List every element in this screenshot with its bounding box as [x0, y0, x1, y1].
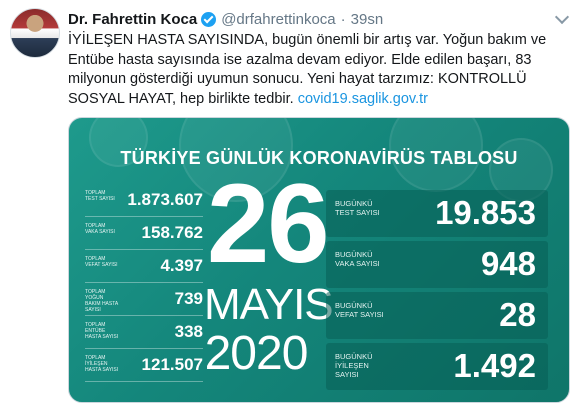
tweet-text-segment: SOSYAL HAYAT, hep birlikte tedbir.	[68, 90, 298, 107]
total-stat-value: 4.397	[160, 256, 203, 275]
today-stat-label: BUGÜNKÜ İYİLEŞEN SAYISI	[335, 352, 373, 379]
tweet-text-line: milyonun gösterdiği uyumun sonucu. Yeni …	[68, 71, 527, 87]
total-stat-label: TOPLAM ENTÜBE HASTA SAYISI	[85, 322, 119, 340]
tweet-text-line: İYİLEŞEN HASTA SAYISINDA, bugün önemli b…	[68, 32, 547, 48]
date-year: 2020	[204, 327, 309, 380]
separator-dot: ·	[340, 10, 346, 28]
total-stat-value: 121.507	[141, 355, 203, 374]
total-stat-label: TOPLAM VAKA SAYISI	[85, 223, 115, 235]
tweet-text-line: SOSYAL HAYAT, hep birlikte tedbir. covid…	[68, 90, 568, 110]
today-stats: BUGÜNKÜ TEST SAYISI 19.853 BUGÜNKÜ VAKA …	[326, 190, 548, 394]
total-stat-value: 338	[174, 322, 203, 341]
total-stat-label: TOPLAM YOĞUN BAKIM HASTA SAYISI	[85, 289, 118, 313]
today-stat-value: 948	[480, 245, 536, 282]
tweet-header: Dr. Fahrettin Koca @drfahrettinkoca · 39…	[68, 9, 383, 29]
total-stat: TOPLAM YOĞUN BAKIM HASTA SAYISI 739	[85, 285, 203, 316]
date-day: 26	[207, 161, 330, 286]
total-stat: TOPLAM ENTÜBE HASTA SAYISI 338	[85, 318, 203, 349]
total-stat-label: TOPLAM İYİLEŞEN HASTA SAYISI	[85, 355, 119, 373]
total-stat-label: TOPLAM VEFAT SAYISI	[85, 256, 118, 268]
total-stat-label: TOPLAM TEST SAYISI	[85, 190, 115, 202]
date-month: MAYIS	[204, 280, 334, 329]
today-stat: BUGÜNKÜ VAKA SAYISI 948	[326, 241, 548, 288]
total-stats: TOPLAM TEST SAYISI 1.873.607 TOPLAM VAKA…	[85, 186, 203, 384]
today-stat-label: BUGÜNKÜ VEFAT SAYISI	[335, 301, 384, 319]
today-stat: BUGÜNKÜ VEFAT SAYISI 28	[326, 292, 548, 339]
avatar[interactable]	[10, 8, 60, 58]
today-stat-label: BUGÜNKÜ VAKA SAYISI	[335, 250, 380, 268]
today-stat-value: 19.853	[435, 194, 536, 231]
tweet-text: İYİLEŞEN HASTA SAYISINDA, bugün önemli b…	[68, 31, 568, 109]
today-stat-value: 1.492	[453, 347, 536, 384]
total-stat-value: 158.762	[141, 223, 203, 242]
total-stat: TOPLAM TEST SAYISI 1.873.607	[85, 186, 203, 217]
total-stat: TOPLAM VAKA SAYISI 158.762	[85, 219, 203, 250]
today-stat: BUGÜNKÜ İYİLEŞEN SAYISI 1.492	[326, 343, 548, 390]
total-stat-value: 739	[174, 289, 203, 308]
chevron-down-icon[interactable]	[554, 9, 570, 25]
total-stat: TOPLAM İYİLEŞEN HASTA SAYISI 121.507	[85, 351, 203, 382]
author-handle[interactable]: @drfahrettinkoca	[221, 11, 335, 28]
verified-badge-icon	[201, 11, 217, 27]
tweet-media-image[interactable]: TÜRKİYE GÜNLÜK KORONAVİRÜS TABLOSU TOPLA…	[68, 117, 570, 403]
author-name[interactable]: Dr. Fahrettin Koca	[68, 11, 197, 28]
tweet-link[interactable]: covid19.saglik.gov.tr	[298, 91, 428, 107]
today-stat-value: 28	[499, 296, 536, 333]
tweet-timestamp[interactable]: 39sn	[351, 11, 384, 28]
total-stat: TOPLAM VEFAT SAYISI 4.397	[85, 252, 203, 283]
today-stat-label: BUGÜNKÜ TEST SAYISI	[335, 199, 380, 217]
tweet-text-line: Entübe hasta sayısında ise azalma devam …	[68, 51, 532, 68]
today-stat: BUGÜNKÜ TEST SAYISI 19.853	[326, 190, 548, 237]
total-stat-value: 1.873.607	[127, 190, 203, 209]
